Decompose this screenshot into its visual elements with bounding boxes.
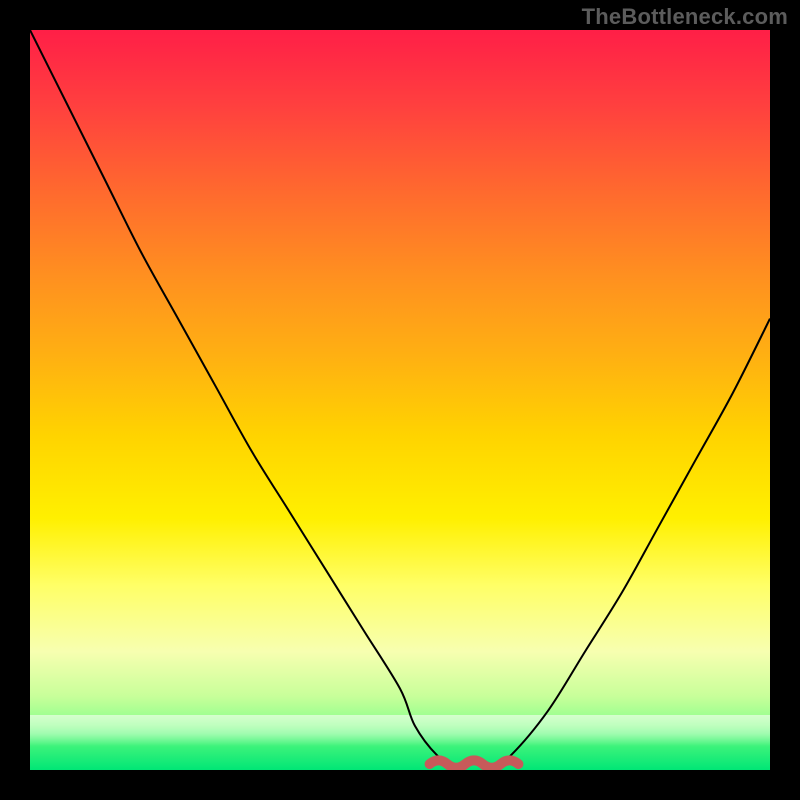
curve-svg	[30, 30, 770, 770]
plot-area	[30, 30, 770, 770]
chart-stage: TheBottleneck.com	[0, 0, 800, 800]
bottleneck-curve	[30, 30, 770, 770]
watermark-text: TheBottleneck.com	[582, 4, 788, 30]
rough-minimum-marker	[430, 760, 519, 767]
